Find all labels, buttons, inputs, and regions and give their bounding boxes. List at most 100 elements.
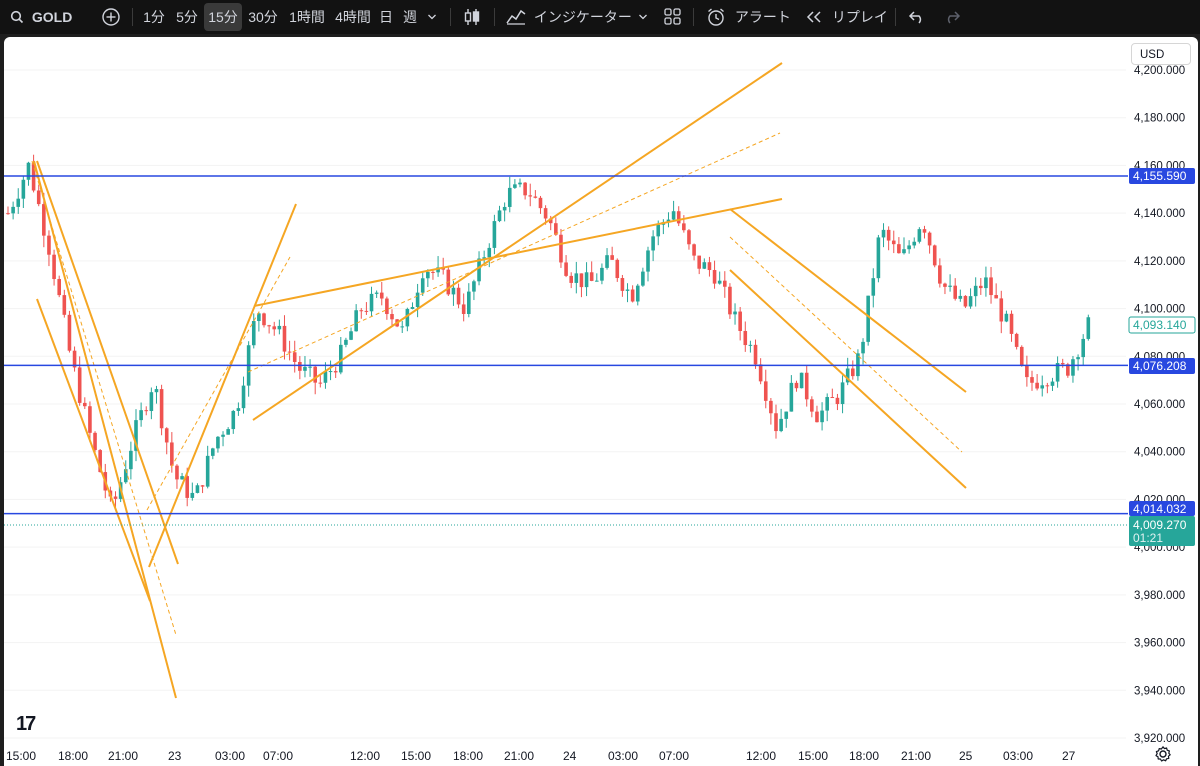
trendline-drawings[interactable] [31, 62, 967, 699]
candle-body [487, 247, 492, 258]
candle-body [159, 389, 164, 429]
price-tick-label: 3,960.000 [1134, 638, 1185, 650]
candle-body [712, 270, 717, 284]
candle-body [779, 418, 783, 432]
candle-body [26, 162, 31, 180]
candle-body [221, 434, 225, 437]
timeframe-5m[interactable]: 5分 [172, 3, 202, 31]
candle-body [42, 204, 46, 236]
candle-body [83, 402, 87, 407]
candle-body [646, 250, 650, 272]
timeframe-1m[interactable]: 1分 [140, 3, 168, 31]
candle-body [676, 211, 681, 224]
price-chart[interactable]: 4,200.0004,180.0004,160.0004,140.0004,12… [4, 37, 1198, 766]
horizontal-lines[interactable] [4, 175, 1128, 526]
candle-body [743, 330, 748, 346]
timeframe-15m[interactable]: 15分 [204, 3, 242, 31]
candle-body [538, 197, 543, 209]
timeframe-4h[interactable]: 4時間 [332, 3, 374, 31]
trendline[interactable] [252, 62, 783, 421]
replay-label: リプレイ [831, 9, 888, 25]
candle-body [579, 273, 584, 288]
undo-button[interactable] [908, 0, 926, 34]
candle-body [185, 476, 189, 498]
candle-body [272, 326, 277, 330]
candle-body [502, 206, 507, 211]
indicators-dropdown[interactable] [638, 0, 648, 34]
candle-body [871, 278, 876, 296]
layout-button[interactable] [664, 0, 681, 34]
time-tick-label: 21:00 [901, 749, 931, 763]
candle-body [574, 273, 579, 283]
candle-body [886, 229, 891, 241]
candle-body [989, 277, 993, 296]
trendline[interactable] [33, 160, 177, 699]
candle-body [195, 485, 200, 493]
tradingview-logo[interactable]: 17 [16, 713, 36, 736]
candle-body [963, 295, 968, 307]
chart-panel[interactable]: 4,200.000 4,180.000 4,160.000 4,140.000 4,12… [4, 37, 1198, 766]
candle-body [1086, 317, 1091, 339]
timeframe-dropdown[interactable] [427, 0, 437, 34]
candle-body [825, 397, 829, 411]
candle-body [226, 429, 230, 435]
trendline[interactable] [148, 203, 297, 568]
candle-body [36, 190, 41, 205]
candle-body [973, 285, 978, 297]
trendline-midline[interactable] [729, 236, 963, 453]
candle-body [605, 255, 609, 268]
candle-body [308, 366, 312, 368]
candle-body [277, 325, 282, 330]
candle-body [313, 366, 317, 383]
compare-add-button[interactable] [101, 0, 121, 34]
trendline[interactable] [36, 298, 151, 602]
price-axis[interactable]: 4,200.0004,180.0004,160.0004,140.0004,12… [1134, 65, 1185, 745]
price-tick-label: 3,980.000 [1134, 590, 1185, 602]
candle-body [984, 277, 988, 289]
candle-body [543, 208, 548, 219]
candle-body [758, 364, 763, 382]
candle-body [1060, 363, 1065, 365]
toolbar-divider [494, 8, 495, 26]
candle-body [385, 298, 389, 315]
time-tick-label: 25 [959, 749, 973, 763]
candle-body [728, 286, 732, 315]
timeframe-30m[interactable]: 30分 [245, 3, 281, 31]
countdown-text: 01:21 [1133, 531, 1163, 545]
gear-icon[interactable] [1154, 745, 1172, 763]
candle-body [804, 372, 809, 400]
hline-badge-2-text: 4,076.208 [1133, 359, 1187, 373]
price-tick-label: 3,940.000 [1134, 685, 1185, 697]
candle-body [426, 271, 430, 279]
redo-button[interactable] [943, 0, 961, 34]
candle-body [635, 285, 640, 302]
currency-selector[interactable]: USD [1131, 43, 1191, 65]
time-tick-label: 18:00 [849, 749, 879, 763]
alert-button[interactable]: アラート [706, 0, 791, 34]
trendline-midline[interactable] [146, 256, 291, 511]
replay-button[interactable]: リプレイ [805, 0, 888, 34]
trendline[interactable] [253, 198, 783, 307]
candle-body [62, 295, 67, 315]
candle-body [815, 411, 819, 423]
timeframe-week[interactable]: 週 [400, 3, 420, 31]
price-tick-label: 4,200.000 [1134, 65, 1185, 77]
candle-body [200, 485, 205, 487]
candle-body [507, 187, 512, 207]
candle-body [1009, 313, 1014, 334]
timeframe-1h[interactable]: 1時間 [286, 3, 328, 31]
timeframe-day[interactable]: 日 [376, 3, 396, 31]
indicators-icon [506, 9, 526, 25]
trendline[interactable] [36, 160, 179, 565]
indicators-button[interactable]: インジケーター [506, 0, 632, 34]
symbol-search[interactable]: GOLD [10, 0, 72, 34]
candle-body [303, 366, 307, 371]
candle-body [584, 272, 589, 288]
candle-body [866, 295, 870, 342]
time-axis[interactable]: 15:00 18:00 21:00 23 03:00 07:00 12:00 15:00 18:… [6, 749, 1076, 763]
chart-type-button[interactable] [463, 0, 481, 34]
time-tick-label: 15:00 [6, 749, 36, 763]
candle-body [907, 245, 911, 250]
current-price-badge: 4,009.270 01:21 [1129, 516, 1195, 546]
candle-body [318, 382, 323, 384]
